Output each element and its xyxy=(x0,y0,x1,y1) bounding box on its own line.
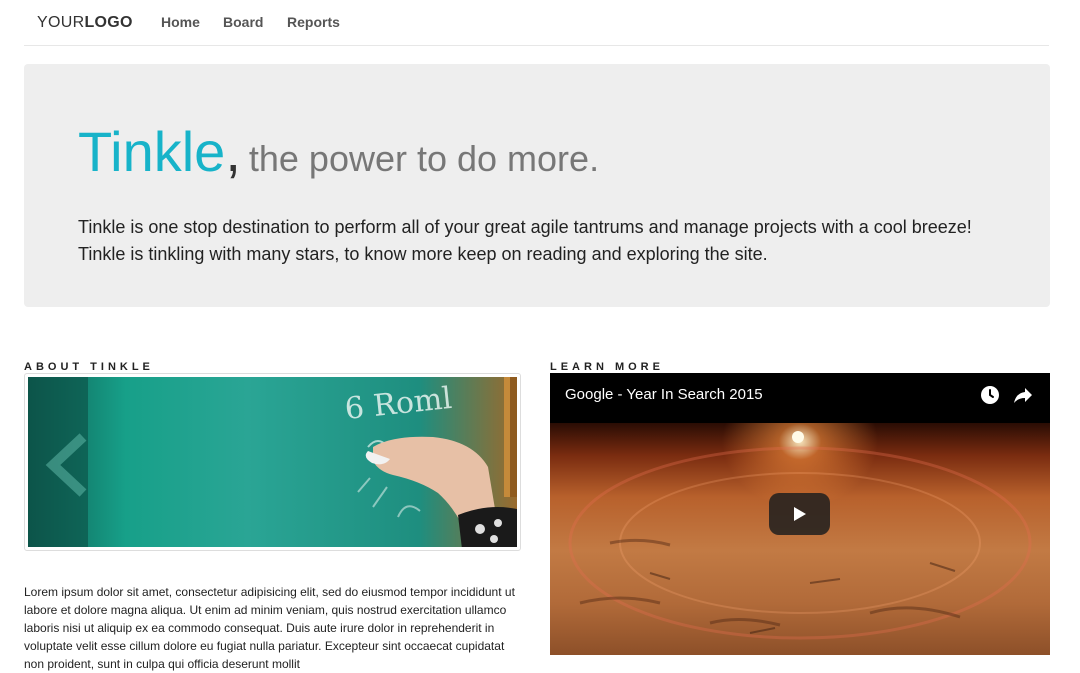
nav-link-home[interactable]: Home xyxy=(161,14,200,30)
play-icon xyxy=(794,507,806,521)
chalkboard-image: 6 Roml xyxy=(28,377,517,547)
nav-link-reports[interactable]: Reports xyxy=(287,14,340,30)
hero-brand: Tinkle xyxy=(78,120,226,183)
share-icon[interactable] xyxy=(1013,385,1033,410)
learn-section-title: LEARN MORE xyxy=(550,361,664,374)
logo-light-text: YOUR xyxy=(37,14,85,31)
video-player[interactable]: Google - Year In Search 2015 xyxy=(550,373,1050,655)
navbar: YOURLOGO Home Board Reports xyxy=(24,0,1049,46)
hero-lead-text: Tinkle is one stop destination to perfor… xyxy=(78,217,972,264)
about-section-title: ABOUT TINKLE xyxy=(24,361,154,374)
about-image-thumbnail: 6 Roml xyxy=(24,373,521,551)
chalk-text: 6 Roml xyxy=(343,381,453,427)
nav-link-board[interactable]: Board xyxy=(223,14,263,30)
clock-icon[interactable] xyxy=(980,385,1000,410)
chalkboard-illustration: 6 Roml xyxy=(28,377,517,547)
video-title: Google - Year In Search 2015 xyxy=(565,386,763,403)
logo-bold-text: LOGO xyxy=(84,14,133,31)
play-button[interactable] xyxy=(769,493,830,535)
video-thumbnail-mars xyxy=(550,423,1050,655)
about-text: Lorem ipsum dolor sit amet, consectetur … xyxy=(24,585,515,671)
hero-headline: Tinkle, the power to do more. xyxy=(78,124,599,180)
logo[interactable]: YOURLOGO xyxy=(37,14,133,32)
hero-tagline: the power to do more. xyxy=(248,138,600,179)
hero-jumbotron: Tinkle, the power to do more. Tinkle is o… xyxy=(24,64,1050,307)
hero-comma: , xyxy=(225,120,241,183)
